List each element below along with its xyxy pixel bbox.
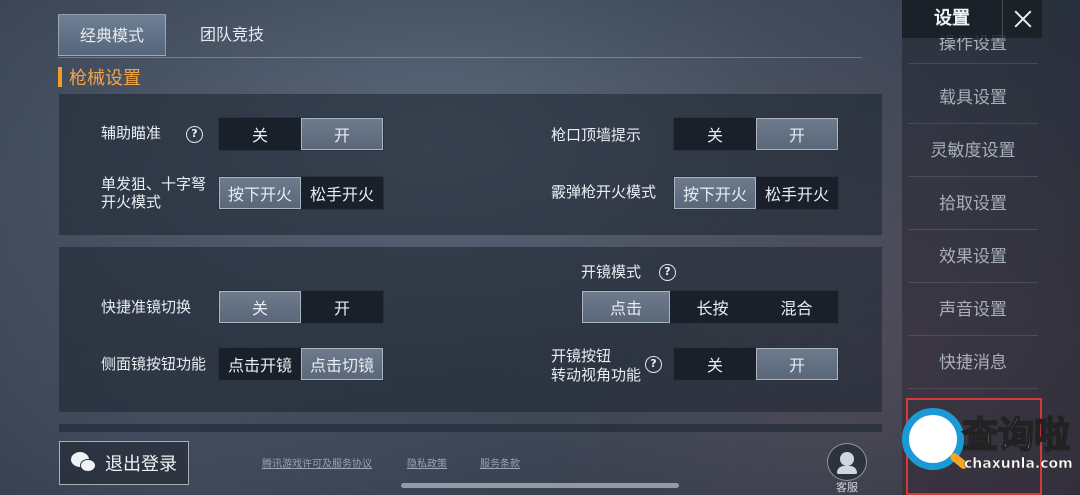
side-scope-open-option[interactable]: 点击开镜 bbox=[219, 348, 301, 380]
scope-mode-hold-option[interactable]: 长按 bbox=[670, 291, 755, 323]
watermark-brand: 查询啦 bbox=[961, 414, 1071, 457]
section-title: 枪械设置 bbox=[58, 66, 141, 89]
scope-button-view-off-option[interactable]: 关 bbox=[674, 348, 756, 380]
section-accent-bar bbox=[58, 67, 62, 87]
sniper-release-fire-option[interactable]: 松手开火 bbox=[301, 177, 383, 209]
aim-assist-toggle: 关 开 bbox=[218, 117, 384, 151]
scope-mode-help-icon[interactable]: ? bbox=[659, 264, 676, 281]
muzzle-wall-on-option[interactable]: 开 bbox=[755, 118, 838, 150]
quick-scope-on-option[interactable]: 开 bbox=[301, 291, 383, 323]
muzzle-wall-toggle: 关 开 bbox=[673, 117, 839, 151]
watermark-logo: 查询啦 chaxunla.com bbox=[898, 404, 1076, 484]
muzzle-wall-label: 枪口顶墙提示 bbox=[551, 126, 642, 144]
sidebar-item-vehicle[interactable]: 载具设置 bbox=[908, 72, 1038, 124]
sidebar-item-effects[interactable]: 效果设置 bbox=[908, 231, 1038, 283]
side-scope-switch-option[interactable]: 点击切镜 bbox=[300, 348, 383, 380]
wechat-icon bbox=[71, 452, 97, 474]
aim-assist-help-icon[interactable]: ? bbox=[186, 126, 203, 143]
customer-service-label: 客服 bbox=[836, 481, 858, 494]
quick-scope-off-option[interactable]: 关 bbox=[219, 291, 302, 323]
settings-panel-fire bbox=[59, 94, 882, 235]
license-link[interactable]: 腾讯游戏许可及服务协议 bbox=[262, 455, 372, 470]
scope-button-view-toggle: 关 开 bbox=[673, 347, 839, 381]
logout-label: 退出登录 bbox=[105, 454, 177, 475]
customer-service-button[interactable]: 客服 bbox=[824, 443, 870, 495]
scope-mode-label: 开镜模式 bbox=[581, 263, 642, 281]
side-scope-label: 侧面镜按钮功能 bbox=[101, 355, 207, 373]
quick-scope-toggle: 关 开 bbox=[218, 290, 384, 324]
sidebar-item-controls[interactable]: 操作设置 bbox=[908, 34, 1038, 64]
shotgun-release-fire-option[interactable]: 松手开火 bbox=[756, 177, 838, 209]
tab-classic-mode[interactable]: 经典模式 bbox=[58, 14, 166, 56]
aim-assist-on-option[interactable]: 开 bbox=[300, 118, 383, 150]
muzzle-wall-off-option[interactable]: 关 bbox=[674, 118, 756, 150]
close-icon[interactable] bbox=[1002, 0, 1042, 38]
aim-assist-label: 辅助瞄准 bbox=[101, 124, 162, 142]
scope-mode-tap-option[interactable]: 点击 bbox=[582, 291, 670, 323]
scope-button-view-label-line2: 转动视角功能 bbox=[551, 366, 642, 384]
settings-title: 设置 bbox=[934, 8, 970, 29]
terms-link[interactable]: 服务条款 bbox=[480, 455, 520, 470]
settings-panel-next bbox=[59, 424, 882, 432]
home-indicator[interactable] bbox=[401, 483, 679, 488]
watermark-url: chaxunla.com bbox=[964, 456, 1073, 473]
aim-assist-off-option[interactable]: 关 bbox=[219, 118, 301, 150]
sidebar-item-quick-message[interactable]: 快捷消息 bbox=[908, 337, 1038, 389]
shotgun-fire-label: 霰弹枪开火模式 bbox=[551, 183, 657, 201]
scope-mode-mixed-option[interactable]: 混合 bbox=[755, 291, 838, 323]
shotgun-fire-mode-toggle: 按下开火 松手开火 bbox=[673, 176, 839, 210]
side-scope-toggle: 点击开镜 点击切镜 bbox=[218, 347, 384, 381]
shotgun-press-fire-option[interactable]: 按下开火 bbox=[674, 177, 757, 209]
scope-button-view-label-line1: 开镜按钮 bbox=[551, 347, 612, 365]
sniper-fire-label-line2: 开火模式 bbox=[101, 193, 162, 211]
sidebar-item-sensitivity[interactable]: 灵敏度设置 bbox=[908, 125, 1038, 177]
privacy-link[interactable]: 隐私政策 bbox=[407, 455, 447, 470]
customer-service-icon bbox=[827, 443, 867, 481]
mode-tabs: 经典模式 团队竞技 bbox=[58, 14, 862, 58]
quick-scope-label: 快捷准镜切换 bbox=[101, 298, 192, 316]
section-title-text: 枪械设置 bbox=[69, 68, 141, 89]
scope-button-view-on-option[interactable]: 开 bbox=[755, 348, 838, 380]
sniper-press-fire-option[interactable]: 按下开火 bbox=[219, 177, 302, 209]
logout-button[interactable]: 退出登录 bbox=[59, 441, 189, 485]
sniper-fire-mode-toggle: 按下开火 松手开火 bbox=[218, 176, 384, 210]
scope-mode-selector: 点击 长按 混合 bbox=[581, 290, 839, 324]
sidebar-item-pickup[interactable]: 拾取设置 bbox=[908, 178, 1038, 230]
sniper-fire-label-line1: 单发狙、十字弩 bbox=[101, 175, 207, 193]
settings-panel-scope bbox=[59, 247, 882, 412]
scope-button-view-help-icon[interactable]: ? bbox=[645, 356, 662, 373]
sidebar-item-sound[interactable]: 声音设置 bbox=[908, 284, 1038, 336]
sidebar-header: 设置 bbox=[902, 0, 1042, 38]
tab-team-deathmatch[interactable]: 团队竞技 bbox=[182, 14, 282, 56]
watermark-q-icon bbox=[902, 408, 964, 470]
